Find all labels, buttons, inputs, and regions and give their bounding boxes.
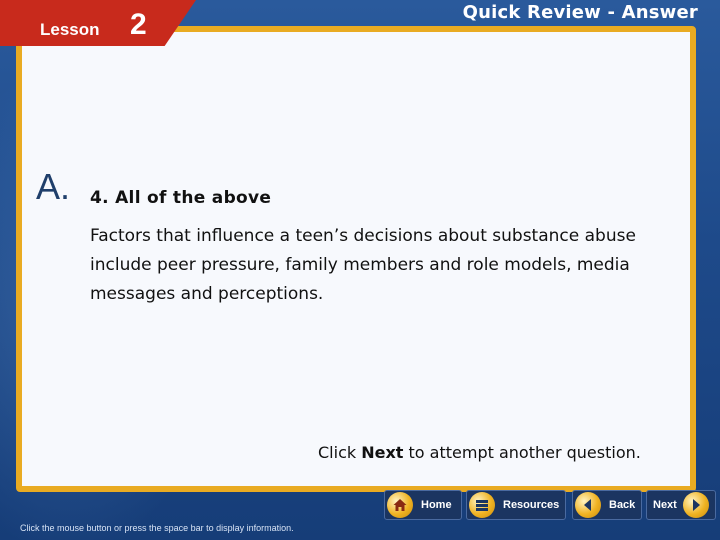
- back-label: Back: [609, 499, 636, 511]
- page-title: Quick Review - Answer: [462, 2, 698, 23]
- click-next-bold: Next: [361, 443, 404, 462]
- answer-text: 4. All of the above: [90, 188, 272, 208]
- back-arrow-icon: [575, 492, 601, 518]
- resources-icon: [469, 492, 495, 518]
- click-next-instruction: Click Next to attempt another question.: [318, 443, 641, 462]
- lesson-number: 2: [130, 8, 147, 41]
- answer-letter: A.: [36, 166, 71, 207]
- click-suffix: to attempt another question.: [408, 443, 641, 462]
- footer-hint: Click the mouse button or press the spac…: [20, 523, 294, 533]
- next-arrow-icon: [682, 492, 709, 518]
- slide-background: Lesson 2 Quick Review - Answer A. 4. All…: [0, 0, 720, 540]
- resources-label: Resources: [503, 499, 560, 511]
- lesson-label: Lesson: [40, 20, 100, 39]
- resources-button[interactable]: Resources: [466, 490, 566, 520]
- next-label: Next: [653, 499, 677, 511]
- home-label: Home: [421, 499, 452, 511]
- back-button[interactable]: Back: [572, 490, 642, 520]
- next-button[interactable]: Next: [646, 490, 716, 520]
- home-button[interactable]: Home: [384, 490, 462, 520]
- explanation-text: Factors that influence a teen’s decision…: [90, 226, 636, 304]
- home-icon: [387, 492, 413, 518]
- click-prefix: Click: [318, 443, 357, 462]
